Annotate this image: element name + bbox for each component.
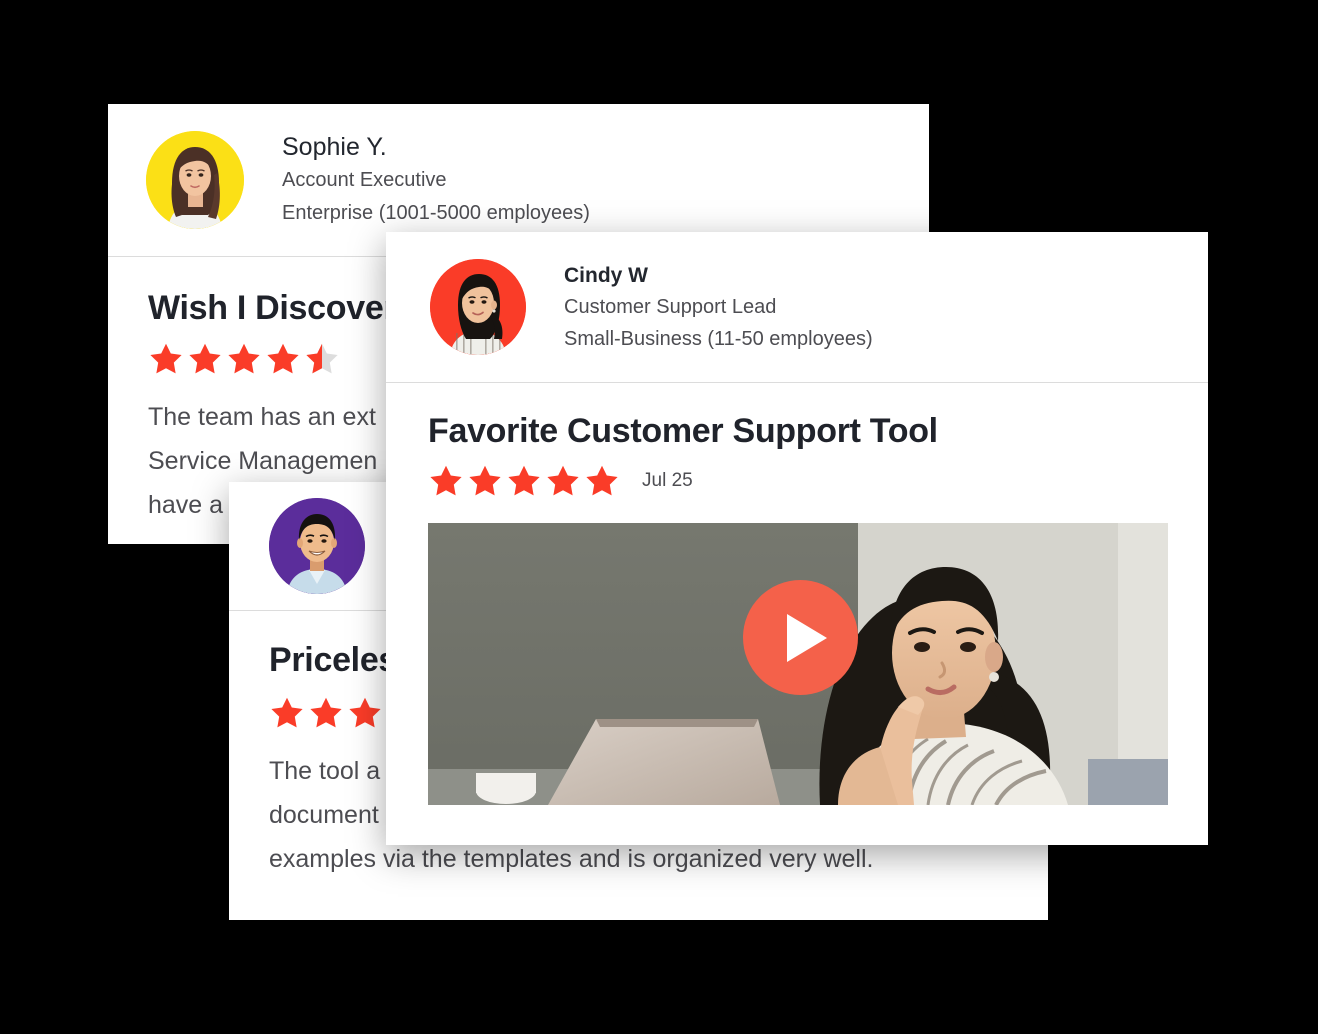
reviewer-name: Cindy W — [564, 263, 648, 287]
star-full-icon — [310, 697, 342, 728]
reviewer-info: Cindy W Customer Support Lead Small-Busi… — [564, 260, 873, 355]
star-full-icon — [430, 465, 462, 496]
avatar — [146, 131, 244, 229]
review-video-thumbnail[interactable] — [428, 523, 1168, 805]
cards-stage: Sophie Y. Account Executive Enterprise (… — [0, 0, 1318, 1034]
star-full-icon — [508, 465, 540, 496]
avatar-photo — [146, 131, 244, 229]
star-rating — [428, 463, 620, 499]
star-full-icon — [150, 343, 182, 374]
star-full-icon — [228, 343, 260, 374]
reviewer-role: Customer Support Lead — [564, 295, 777, 318]
card-header: Cindy W Customer Support Lead Small-Busi… — [386, 232, 1208, 382]
star-full-icon — [547, 465, 579, 496]
avatar-photo — [430, 259, 526, 355]
rating-row: Jul 25 — [428, 463, 1166, 499]
review-card-cindy[interactable]: Cindy W Customer Support Lead Small-Busi… — [386, 232, 1208, 845]
reviewer-company-size: Enterprise (1001-5000 employees) — [282, 202, 590, 224]
reviewer-company-size: Small-Business (11-50 employees) — [564, 327, 873, 350]
avatar — [269, 498, 365, 594]
play-button[interactable] — [743, 580, 858, 695]
review-title: Favorite Customer Support Tool — [428, 412, 938, 450]
reviewer-name: Sophie Y. — [282, 133, 387, 161]
avatar-photo — [269, 498, 365, 594]
star-full-icon — [267, 343, 299, 374]
card-body: Favorite Customer Support Tool Jul 25 — [386, 383, 1208, 805]
star-full-icon — [189, 343, 221, 374]
reviewer-info: Sophie Y. Account Executive Enterprise (… — [282, 130, 590, 230]
star-half-icon — [306, 343, 338, 374]
star-full-icon — [586, 465, 618, 496]
play-icon — [786, 613, 827, 662]
reviewer-role: Account Executive — [282, 169, 447, 191]
star-full-icon — [349, 697, 381, 728]
avatar — [430, 259, 526, 355]
review-date: Jul 25 — [642, 470, 693, 491]
star-full-icon — [469, 465, 501, 496]
star-full-icon — [271, 697, 303, 728]
